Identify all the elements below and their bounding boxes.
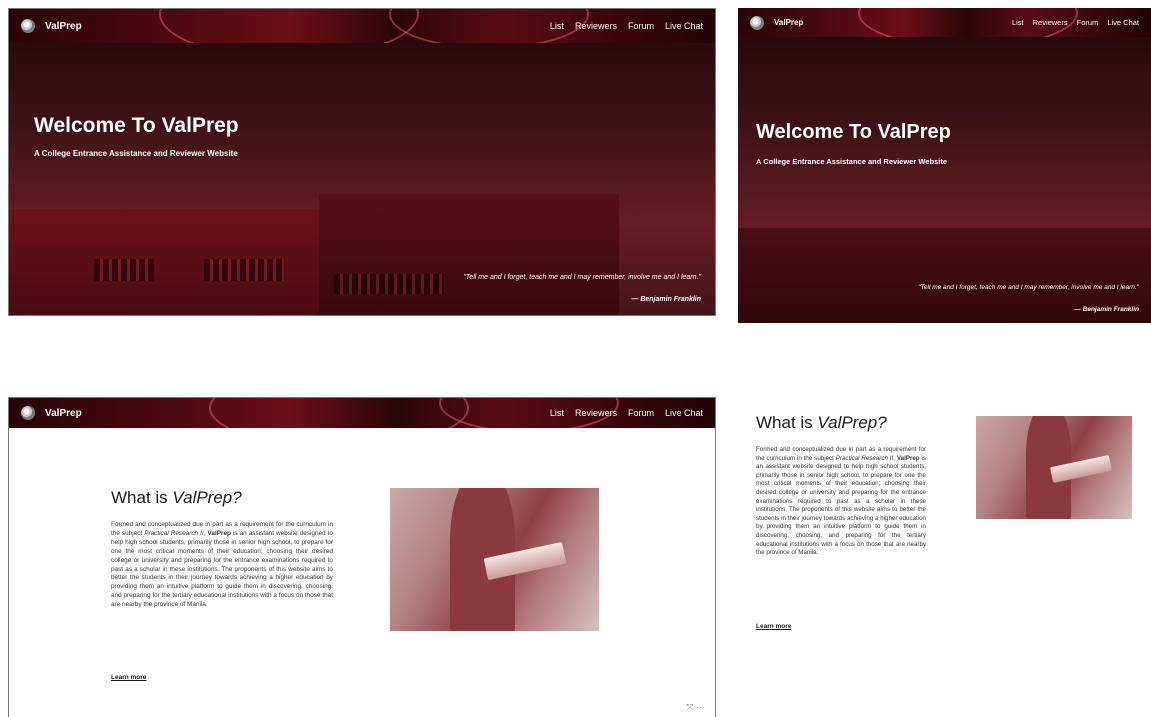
about-paragraph: Formed and conceptualized due in part as… — [111, 521, 333, 609]
brand-name: ValPrep — [774, 18, 804, 27]
hero-quote: "Tell me and I forget, teach me and I ma… — [918, 284, 1139, 291]
about-paragraph: Formed and conceptualized due in part as… — [756, 446, 926, 557]
logo-icon — [750, 15, 764, 30]
nav-links: List Reviewers Forum Live Chat — [550, 408, 703, 418]
about-title: What is ValPrep? — [111, 488, 242, 507]
hero-title: Welcome To ValPrep — [34, 114, 239, 137]
brand-logo[interactable]: ValPrep — [750, 15, 804, 30]
hero-quote-author: — Benjamin Franklin — [1074, 306, 1139, 313]
nav-links: List Reviewers Forum Live Chat — [1012, 18, 1139, 27]
hero-subtitle: A College Entrance Assistance and Review… — [34, 149, 238, 158]
building-silhouette — [319, 194, 619, 315]
brand-logo[interactable]: ValPrep — [21, 406, 82, 420]
building-windows — [94, 259, 154, 281]
toolbar-icons[interactable]: ⤧ ⋯ — [686, 702, 705, 713]
nav-link-live-chat[interactable]: Live Chat — [665, 408, 703, 418]
nav-link-forum[interactable]: Forum — [628, 21, 654, 31]
nav-link-list[interactable]: List — [1012, 18, 1024, 27]
learn-more-link[interactable]: Learn more — [756, 623, 791, 630]
hero-section: ValPrep List Reviewers Forum Live Chat W… — [738, 8, 1151, 323]
brand-logo[interactable]: ValPrep — [21, 19, 82, 33]
student-photo — [976, 416, 1132, 519]
nav-link-forum[interactable]: Forum — [1077, 18, 1099, 27]
nav-link-live-chat[interactable]: Live Chat — [665, 21, 703, 31]
nav-link-list[interactable]: List — [550, 21, 564, 31]
nav-link-forum[interactable]: Forum — [628, 408, 654, 418]
student-photo — [390, 488, 599, 631]
nav-link-reviewers[interactable]: Reviewers — [575, 21, 617, 31]
hero-quote: "Tell me and I forget, teach me and I ma… — [463, 274, 701, 281]
brand-name: ValPrep — [45, 20, 82, 32]
nav-link-reviewers[interactable]: Reviewers — [575, 408, 617, 418]
logo-icon — [21, 19, 35, 33]
building-windows — [334, 274, 444, 294]
navbar: ValPrep List Reviewers Forum Live Chat — [9, 9, 715, 43]
logo-icon — [21, 406, 35, 420]
learn-more-link[interactable]: Learn more — [111, 674, 146, 681]
nav-links: List Reviewers Forum Live Chat — [550, 21, 703, 31]
desktop-hero-frame: ValPrep List Reviewers Forum Live Chat W… — [8, 8, 716, 316]
nav-link-reviewers[interactable]: Reviewers — [1033, 18, 1068, 27]
brand-name: ValPrep — [45, 407, 82, 419]
building-windows — [204, 259, 284, 281]
about-title: What is ValPrep? — [756, 413, 887, 432]
navbar: ValPrep List Reviewers Forum Live Chat — [738, 8, 1151, 37]
navbar: ValPrep List Reviewers Forum Live Chat — [9, 398, 715, 428]
hero-background — [9, 9, 715, 315]
nav-link-live-chat[interactable]: Live Chat — [1107, 18, 1139, 27]
hero-subtitle: A College Entrance Assistance and Review… — [756, 157, 948, 166]
hero-quote-author: — Benjamin Franklin — [631, 296, 701, 303]
hero-title: Welcome To ValPrep — [756, 121, 951, 143]
mobile-page-frame: ValPrep List Reviewers Forum Live Chat W… — [738, 8, 1151, 717]
desktop-about-frame: ValPrep List Reviewers Forum Live Chat W… — [8, 397, 716, 717]
nav-link-list[interactable]: List — [550, 408, 564, 418]
